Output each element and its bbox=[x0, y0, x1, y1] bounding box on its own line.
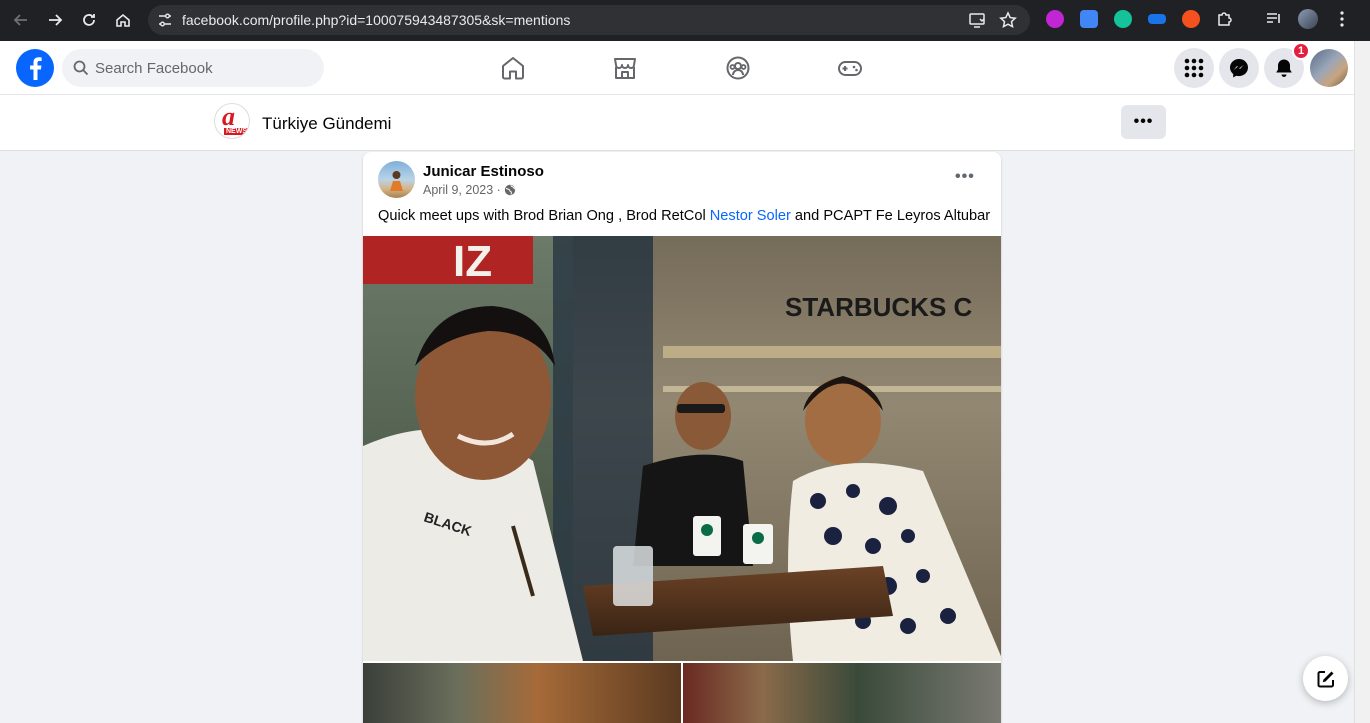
chrome-profile-avatar[interactable] bbox=[1298, 9, 1318, 29]
post-text-after: and PCAPT Fe Leyros Altubar bbox=[790, 208, 991, 224]
bookmark-star-icon[interactable] bbox=[999, 11, 1017, 29]
search-box[interactable]: Search Facebook bbox=[62, 49, 324, 87]
post-text-before: Quick meet ups with Brod Brian Ong , Bro… bbox=[378, 208, 710, 224]
globe-icon bbox=[504, 184, 516, 196]
forward-icon[interactable] bbox=[44, 9, 66, 31]
page-logo-news: NEWS bbox=[224, 128, 249, 135]
search-icon bbox=[73, 60, 89, 76]
post-text: Quick meet ups with Brod Brian Ong , Bro… bbox=[378, 208, 990, 224]
post-photo-thumb-2[interactable] bbox=[683, 663, 1001, 723]
bell-icon bbox=[1276, 59, 1292, 77]
post-meta: April 9, 2023 · bbox=[423, 183, 516, 197]
reload-icon[interactable] bbox=[78, 9, 100, 31]
address-bar[interactable]: facebook.com/profile.php?id=100075943487… bbox=[148, 5, 1030, 35]
reading-list-icon[interactable] bbox=[1265, 10, 1283, 28]
page-more-button[interactable]: ••• bbox=[1121, 105, 1166, 139]
compose-icon bbox=[1317, 670, 1334, 687]
page-title[interactable]: Türkiye Gündemi bbox=[262, 114, 391, 134]
facebook-top-nav: Search Facebook 1 bbox=[0, 41, 1354, 95]
photo-signage-text: STARBUCKS C bbox=[785, 292, 973, 322]
grid-menu-icon bbox=[1184, 58, 1204, 78]
search-placeholder: Search Facebook bbox=[95, 60, 213, 77]
back-icon[interactable] bbox=[10, 9, 32, 31]
extension-5-icon[interactable] bbox=[1182, 10, 1200, 28]
facebook-logo[interactable] bbox=[16, 49, 54, 87]
account-avatar[interactable] bbox=[1310, 49, 1348, 87]
post-photo-thumb-1[interactable] bbox=[363, 663, 681, 723]
home-tab-icon[interactable] bbox=[500, 55, 526, 81]
notifications-button[interactable]: 1 bbox=[1264, 42, 1310, 88]
menu-grid-button[interactable] bbox=[1174, 48, 1214, 88]
new-message-button[interactable] bbox=[1303, 656, 1348, 701]
post-photo-image: IZ STARBUCKS C BLACK bbox=[363, 236, 1001, 661]
home-icon[interactable] bbox=[112, 9, 134, 31]
extension-4-icon[interactable] bbox=[1148, 14, 1166, 24]
photo-sign-text: IZ bbox=[453, 237, 492, 286]
chrome-menu-icon[interactable] bbox=[1333, 10, 1351, 28]
facebook-f-icon bbox=[30, 57, 42, 80]
messenger-button[interactable] bbox=[1219, 48, 1259, 88]
extensions-puzzle-icon[interactable] bbox=[1215, 10, 1233, 28]
page-scrollbar[interactable] bbox=[1354, 41, 1370, 723]
url-text: facebook.com/profile.php?id=100075943487… bbox=[182, 12, 571, 28]
mention-link[interactable]: Nestor Soler bbox=[710, 208, 791, 224]
grammarly-extension-icon[interactable] bbox=[1114, 10, 1132, 28]
messenger-icon bbox=[1230, 59, 1248, 78]
post-options-button[interactable]: ••• bbox=[955, 168, 983, 186]
notification-badge: 1 bbox=[1292, 42, 1310, 60]
browser-toolbar: facebook.com/profile.php?id=100075943487… bbox=[0, 0, 1370, 41]
page-logo[interactable]: a NEWS bbox=[214, 103, 250, 139]
install-app-icon[interactable] bbox=[968, 11, 986, 29]
page-header: a NEWS Türkiye Gündemi ••• bbox=[0, 95, 1354, 151]
post-photo-main[interactable]: IZ STARBUCKS C BLACK bbox=[363, 236, 1001, 661]
translate-extension-icon[interactable] bbox=[1080, 10, 1098, 28]
groups-tab-icon[interactable] bbox=[725, 55, 751, 81]
post-author[interactable]: Junicar Estinoso bbox=[423, 163, 544, 180]
author-photo bbox=[390, 171, 403, 191]
site-info-icon[interactable] bbox=[156, 11, 174, 29]
post-date[interactable]: April 9, 2023 · bbox=[423, 183, 501, 197]
post-card: Junicar Estinoso April 9, 2023 · ••• Qui… bbox=[363, 152, 1001, 723]
author-avatar[interactable] bbox=[378, 161, 415, 198]
marketplace-tab-icon[interactable] bbox=[612, 55, 638, 81]
extension-1-icon[interactable] bbox=[1046, 10, 1064, 28]
gaming-tab-icon[interactable] bbox=[837, 55, 863, 81]
